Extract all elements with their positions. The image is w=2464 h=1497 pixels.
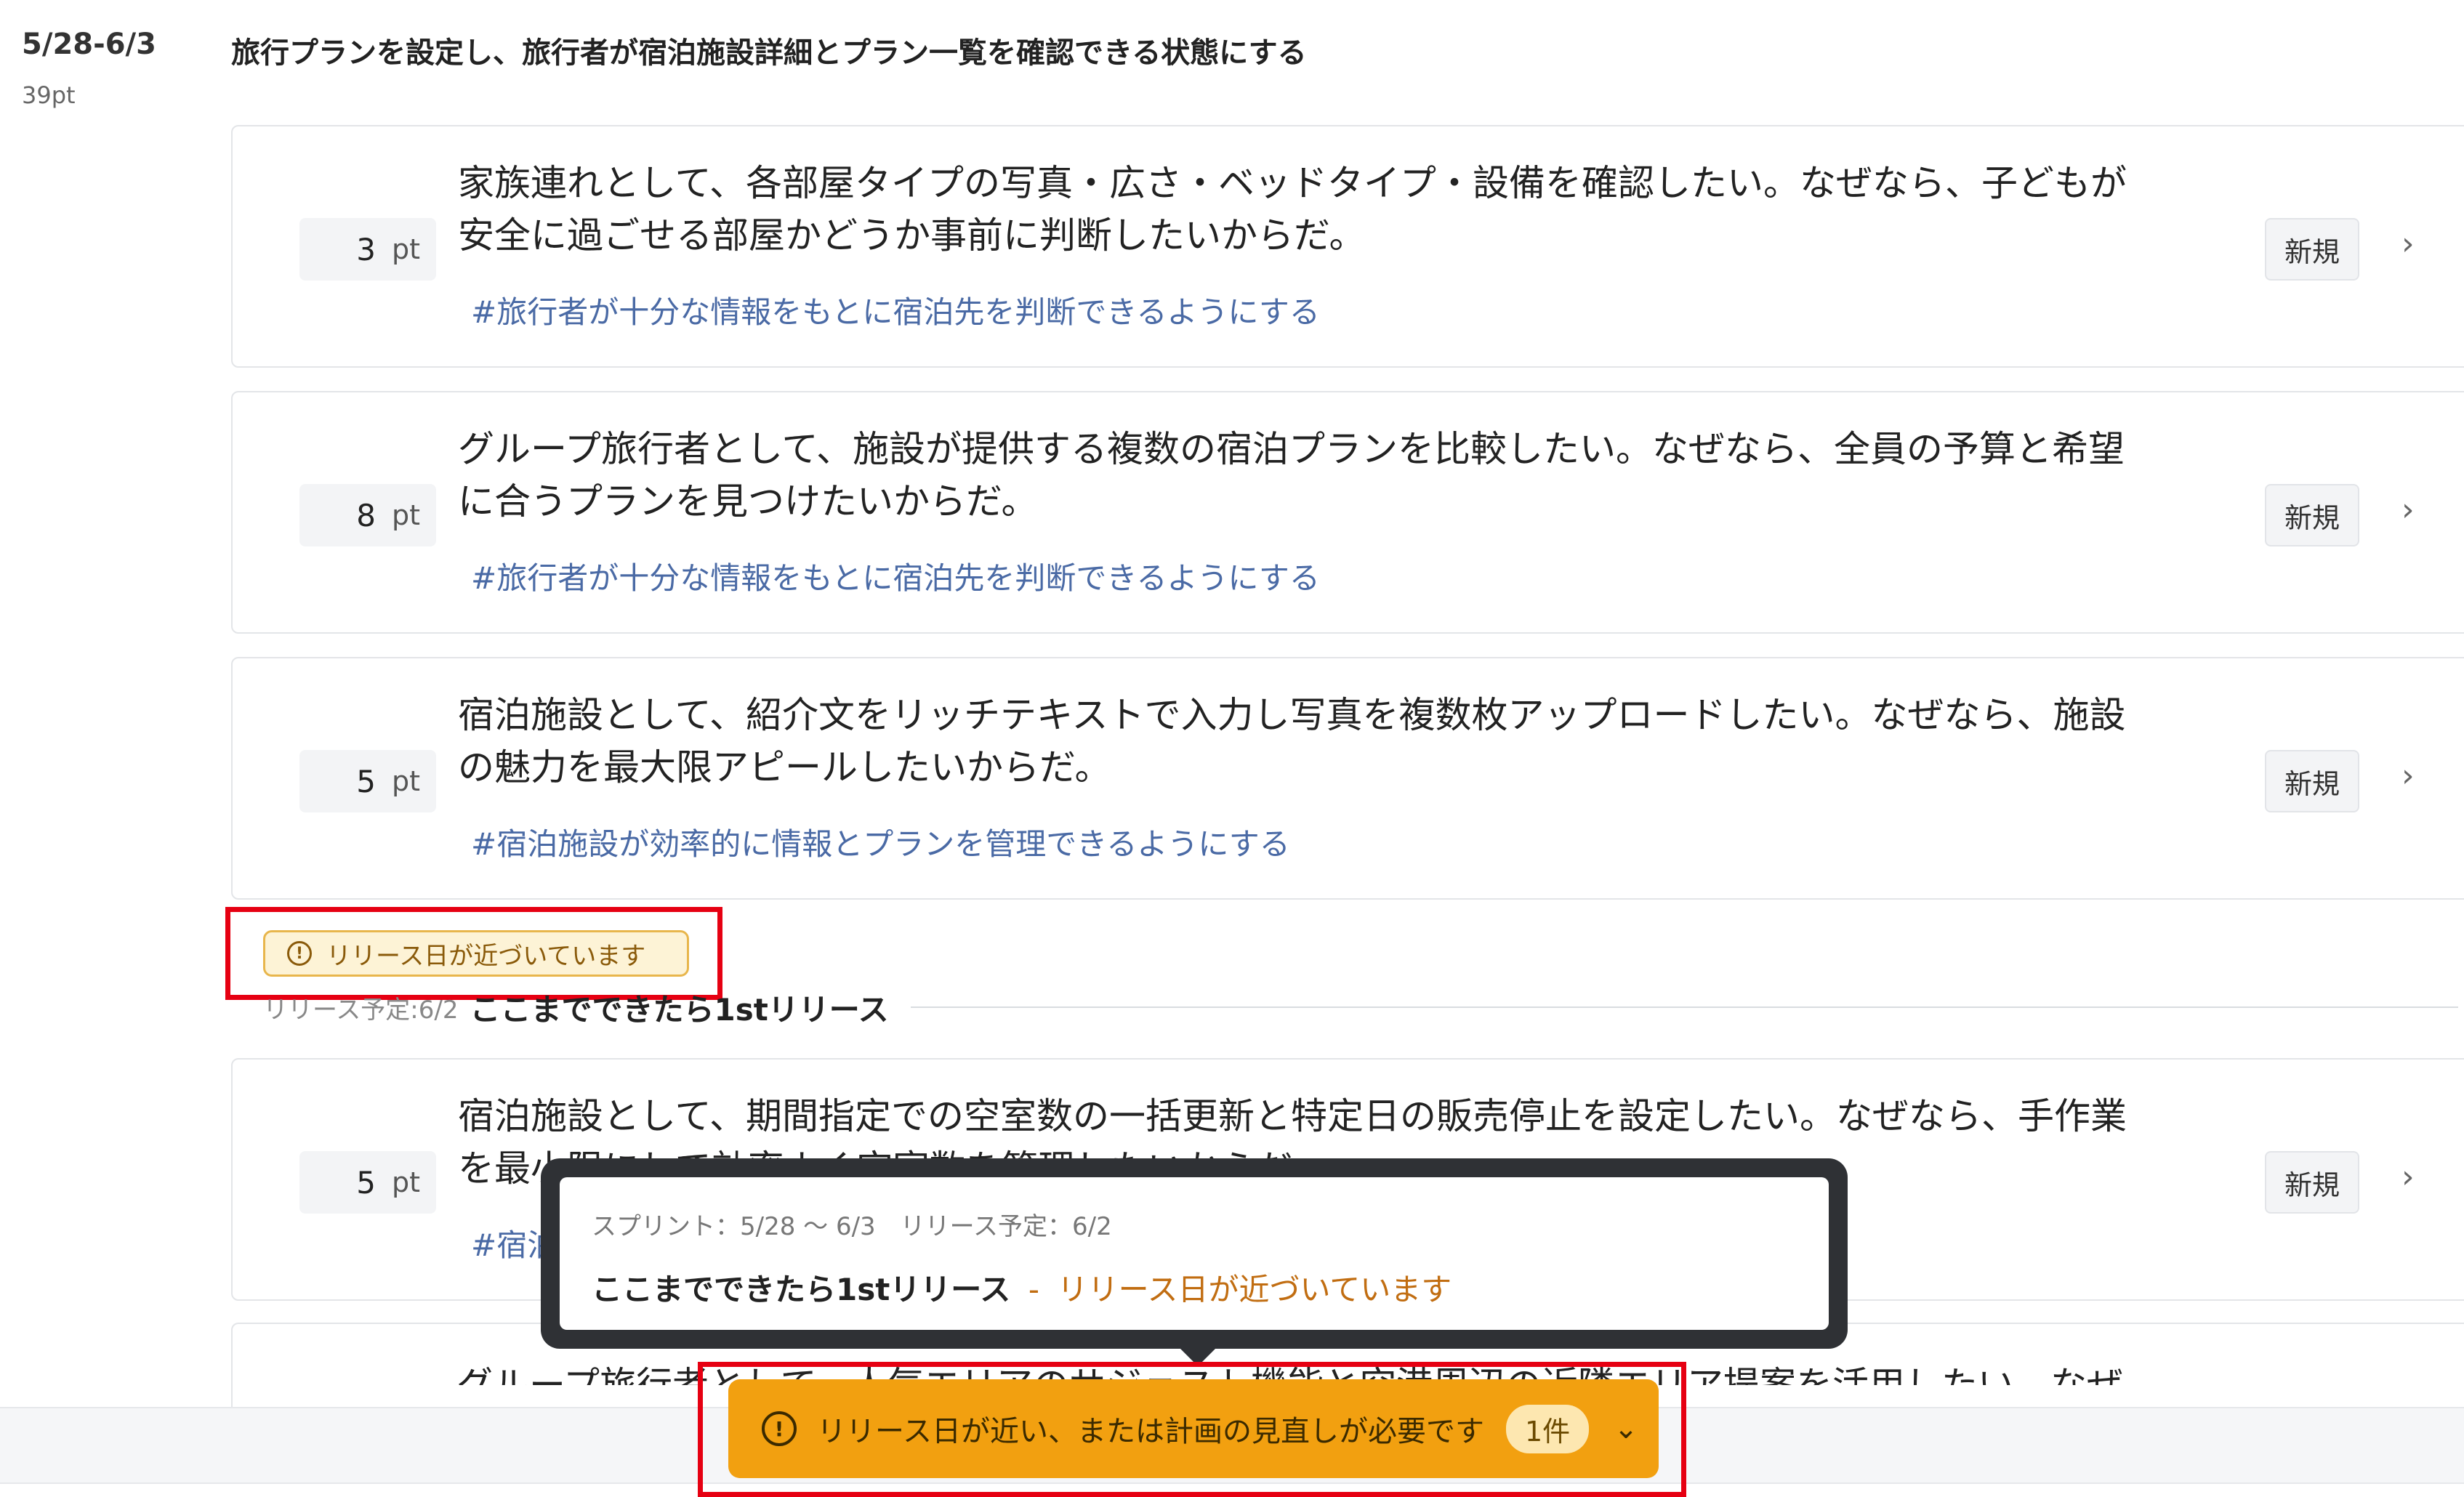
story-points-unit: pt xyxy=(391,233,420,265)
release-marker: リリース予定:6/2 ここまでできたら1stリリース xyxy=(263,992,2458,1028)
status-badge[interactable]: 新規 xyxy=(2265,484,2359,546)
release-divider xyxy=(910,1006,2458,1008)
story-text-line: 家族連れとして、各部屋タイプの写真・広さ・ベッドタイプ・設備を確認したい。なぜな… xyxy=(458,162,2127,204)
story-card[interactable]: 8 pt グループ旅行者として、施設が提供する複数の宿泊プランを比較したい。なぜ… xyxy=(231,391,2464,634)
story-points-value: 8 xyxy=(356,497,376,533)
story-text-line: の魅力を最大限アピールしたいからだ。 xyxy=(458,746,1111,788)
story-card[interactable]: 5 pt 宿泊施設として、紹介文をリッチテキストで入力し写真を複数枚アップロード… xyxy=(231,657,2464,900)
story-text-line: グループ旅行者として、施設が提供する複数の宿泊プランを比較したい。なぜなら、全員… xyxy=(458,428,2125,470)
exclamation-circle-icon: ! xyxy=(762,1411,797,1446)
status-badge[interactable]: 新規 xyxy=(2265,218,2359,281)
release-tooltip: スプリント：5/28 〜 6/3 リリース予定：6/2 ここまでできたら1stリ… xyxy=(541,1158,1848,1349)
status-badge[interactable]: 新規 xyxy=(2265,750,2359,812)
story-text-line: 宿泊施設として、期間指定での空室数の一括更新と特定日の販売停止を設定したい。なぜ… xyxy=(458,1095,2127,1137)
story-card[interactable]: 3 pt 家族連れとして、各部屋タイプの写真・広さ・ベッドタイプ・設備を確認した… xyxy=(231,125,2464,368)
story-tag[interactable]: #旅行者が十分な情報をもとに宿泊先を判断できるようにする xyxy=(471,288,1320,332)
chevron-right-icon[interactable]: › xyxy=(2401,1158,2415,1195)
tooltip-body: スプリント：5/28 〜 6/3 リリース予定：6/2 ここまでできたら1stリ… xyxy=(560,1177,1829,1330)
story-text-line: 宿泊施設として、紹介文をリッチテキストで入力し写真を複数枚アップロードしたい。な… xyxy=(458,694,2126,736)
story-points-unit: pt xyxy=(391,765,420,797)
story-points: 5 pt xyxy=(299,750,436,812)
status-badge[interactable]: 新規 xyxy=(2265,1151,2359,1214)
tooltip-sprint-info: スプリント：5/28 〜 6/3 リリース予定：6/2 xyxy=(592,1212,1112,1241)
story-text: グループ旅行者として、施設が提供する複数の宿泊プランを比較したい。なぜなら、全員… xyxy=(458,423,2377,528)
release-date: リリース予定:6/2 xyxy=(263,995,459,1025)
plan-alert-button[interactable]: ! リリース日が近い、または計画の見直しが必要です 1件 ⌄ xyxy=(728,1379,1659,1478)
story-points-unit: pt xyxy=(391,1166,420,1198)
tooltip-title: ここまでできたら1stリリース xyxy=(592,1272,1011,1307)
chevron-right-icon[interactable]: › xyxy=(2401,757,2415,794)
story-text: 宿泊施設として、紹介文をリッチテキストで入力し写真を複数枚アップロードしたい。な… xyxy=(458,689,2377,794)
release-title: ここまでできたら1stリリース xyxy=(470,991,889,1028)
story-points: 5 pt xyxy=(299,1151,436,1214)
exclamation-circle-icon: ! xyxy=(287,941,312,966)
story-points: 8 pt xyxy=(299,484,436,546)
story-text: 家族連れとして、各部屋タイプの写真・広さ・ベッドタイプ・設備を確認したい。なぜな… xyxy=(458,157,2377,262)
story-points-value: 5 xyxy=(356,763,376,799)
tooltip-separator: - xyxy=(1028,1272,1039,1307)
plan-alert-label: リリース日が近い、または計画の見直しが必要です xyxy=(817,1415,1484,1448)
release-warning-badge[interactable]: ! リリース日が近づいています xyxy=(263,930,689,977)
sprint-date-range: 5/28-6/3 xyxy=(22,28,156,61)
tooltip-title-row: ここまでできたら1stリリース - リリース日が近づいています xyxy=(592,1265,1797,1310)
sprint-goal: 旅行プランを設定し、旅行者が宿泊施設詳細とプラン一覧を確認できる状態にする xyxy=(231,36,1307,70)
story-tag[interactable]: #旅行者が十分な情報をもとに宿泊先を判断できるようにする xyxy=(471,554,1320,598)
release-warning-text: リリース日が近づいています xyxy=(326,941,646,971)
chevron-down-icon[interactable]: ⌄ xyxy=(1614,1412,1638,1445)
chevron-right-icon[interactable]: › xyxy=(2401,225,2415,262)
story-tag[interactable]: #宿泊施設が効率的に情報とプランを管理できるようにする xyxy=(471,820,1290,864)
alert-count-badge: 1件 xyxy=(1506,1404,1590,1453)
story-text-line: に合うプランを見つけたいからだ。 xyxy=(458,480,1038,522)
chevron-right-icon[interactable]: › xyxy=(2401,491,2415,528)
tooltip-warning: リリース日が近づいています xyxy=(1057,1272,1452,1307)
sprint-points: 39pt xyxy=(22,81,76,109)
story-text-line: 安全に過ごせる部屋かどうか事前に判断したいからだ。 xyxy=(458,214,1366,257)
story-points: 3 pt xyxy=(299,218,436,281)
story-points-unit: pt xyxy=(391,499,420,531)
story-points-value: 3 xyxy=(356,231,376,267)
story-points-value: 5 xyxy=(356,1164,376,1201)
